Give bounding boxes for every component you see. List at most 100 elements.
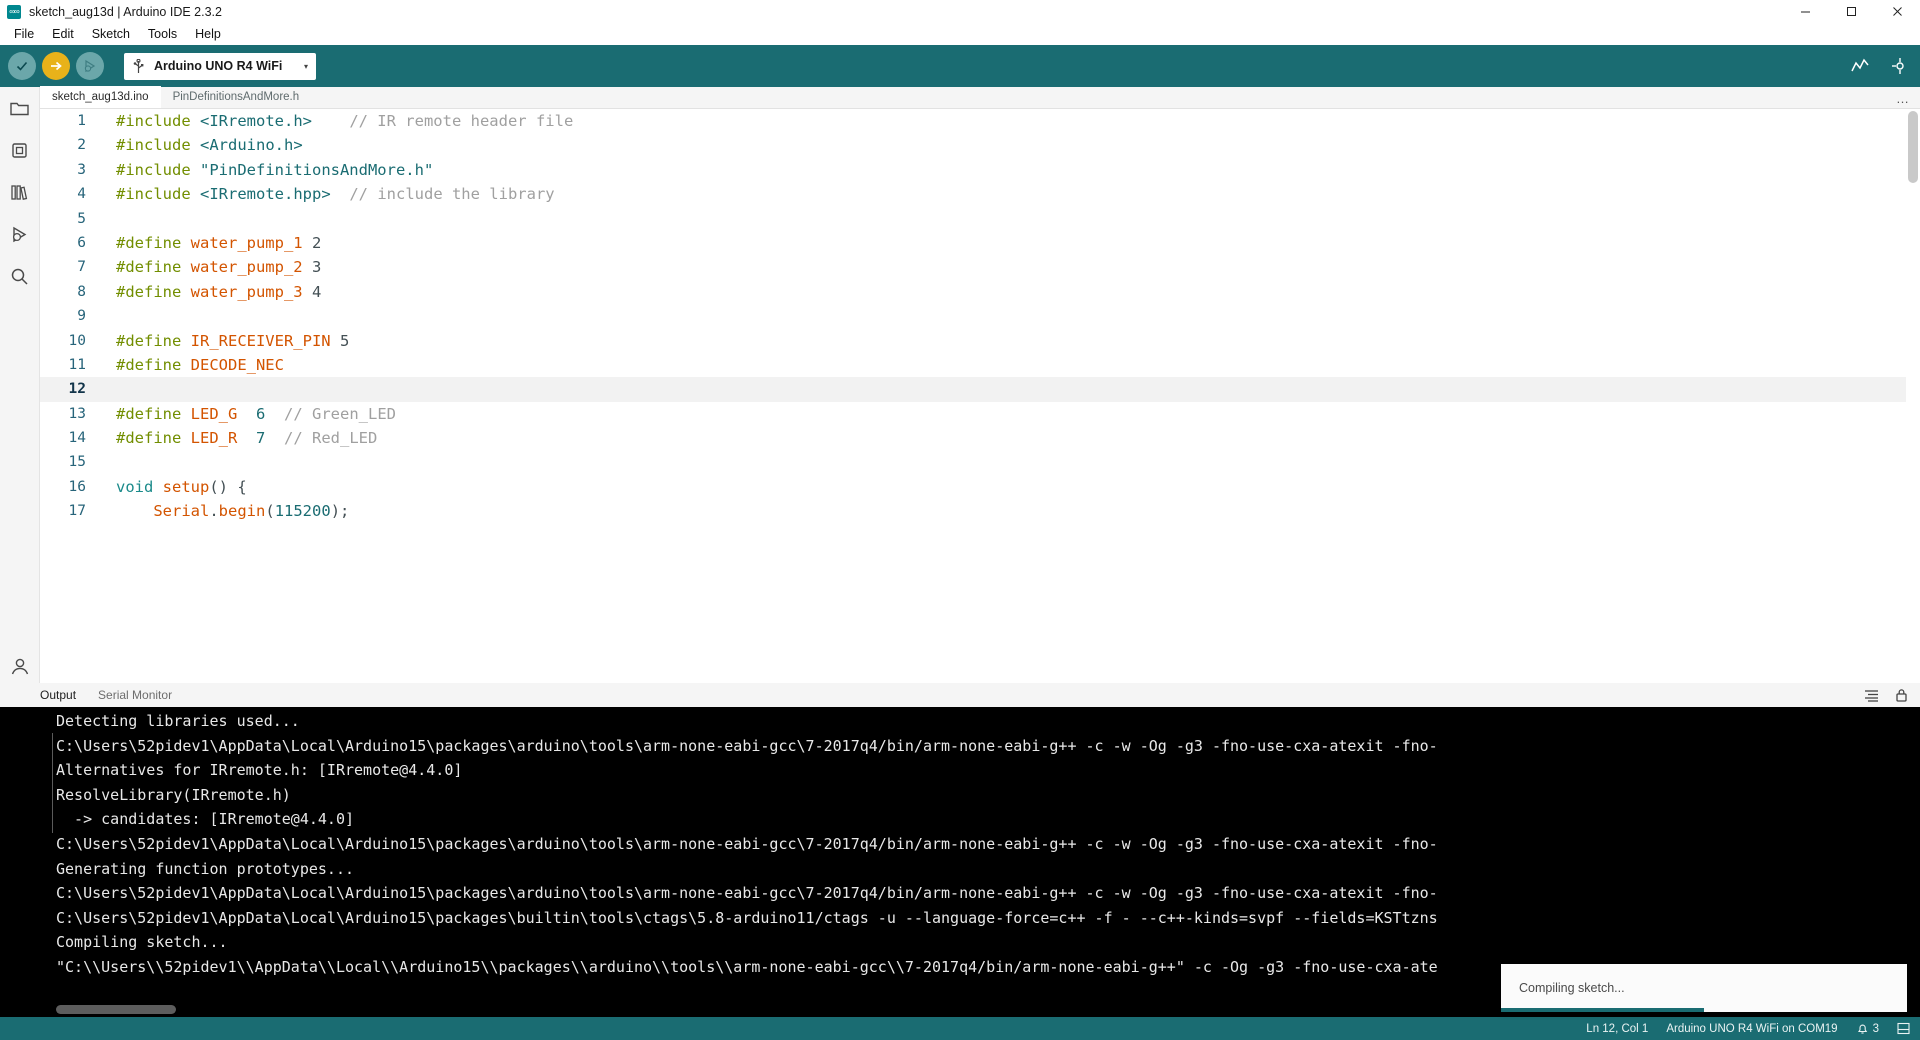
- verify-button[interactable]: [8, 52, 36, 80]
- code-line[interactable]: 3 #include "PinDefinitionsAndMore.h": [40, 158, 1920, 182]
- code-token: 3: [302, 258, 322, 277]
- code-token: #include: [116, 185, 200, 204]
- code-line[interactable]: 7 #define water_pump_2 3: [40, 255, 1920, 279]
- lock-scroll-icon[interactable]: [1895, 688, 1908, 703]
- code-token: // IR remote header file: [349, 112, 574, 130]
- code-token: 6: [256, 404, 266, 423]
- code-token: #define: [116, 355, 191, 374]
- code-line[interactable]: 9: [40, 304, 1920, 328]
- code-line[interactable]: 2 #include <Arduino.h>: [40, 133, 1920, 157]
- cursor-position[interactable]: Ln 12, Col 1: [1586, 1023, 1648, 1035]
- code-line[interactable]: 14 #define LED_R 7 // Red_LED: [40, 426, 1920, 450]
- editor-tab-pindefinitions[interactable]: PinDefinitionsAndMore.h: [161, 86, 312, 108]
- library-manager-icon[interactable]: [0, 171, 40, 213]
- line-number: 7: [77, 259, 86, 276]
- panel-tab-bar: Output Serial Monitor: [0, 683, 1920, 707]
- search-icon[interactable]: [0, 255, 40, 297]
- code-line-text: #include <IRremote.hpp> // include the l…: [96, 182, 555, 206]
- code-line[interactable]: 13 #define LED_G 6 // Green_LED: [40, 402, 1920, 426]
- code-line[interactable]: 17 Serial.begin(115200);: [40, 499, 1920, 523]
- console-lines: Detecting libraries used... C:\Users\52pi…: [0, 709, 1920, 980]
- code-line[interactable]: 11 #define DECODE_NEC: [40, 353, 1920, 377]
- code-token: #define: [116, 282, 191, 301]
- code-token: 2: [302, 233, 322, 252]
- console-line: C:\Users\52pidev1\AppData\Local\Arduino1…: [56, 736, 1438, 755]
- chevron-down-icon[interactable]: ▾: [304, 62, 308, 71]
- toast-progress-bar: [1501, 1008, 1704, 1012]
- menu-edit[interactable]: Edit: [43, 25, 83, 43]
- menu-sketch[interactable]: Sketch: [83, 25, 139, 43]
- code-line[interactable]: 10 #define IR_RECEIVER_PIN 5: [40, 329, 1920, 353]
- debug-button[interactable]: [76, 52, 104, 80]
- console-line: -> candidates: [IRremote@4.4.0]: [56, 810, 355, 829]
- bell-icon: [1856, 1022, 1869, 1035]
- code-token: setup: [162, 477, 210, 496]
- code-token: Serial: [153, 502, 210, 521]
- serial-monitor-icon[interactable]: [1890, 56, 1910, 76]
- menu-bar: File Edit Sketch Tools Help: [0, 23, 1920, 45]
- code-token: #define: [116, 404, 191, 423]
- code-line[interactable]: 5: [40, 207, 1920, 231]
- code-line-text: #define LED_R 7 // Red_LED: [96, 426, 377, 450]
- code-token: #define: [116, 331, 191, 350]
- code-line[interactable]: 12: [40, 377, 1920, 402]
- main-area: sketch_aug13d.ino PinDefinitionsAndMore.…: [0, 86, 1920, 683]
- code-line[interactable]: 15: [40, 450, 1920, 474]
- console-line: C:\Users\52pidev1\AppData\Local\Arduino1…: [56, 884, 1438, 903]
- menu-tools[interactable]: Tools: [139, 25, 186, 43]
- code-token: 5: [330, 331, 350, 350]
- menu-help[interactable]: Help: [186, 25, 230, 43]
- upload-button[interactable]: [42, 52, 70, 80]
- console-line: Generating function prototypes...: [56, 859, 355, 878]
- code-token: LED_R: [190, 429, 238, 448]
- console-horizontal-scrollbar[interactable]: [56, 1005, 176, 1014]
- close-button[interactable]: [1874, 0, 1920, 23]
- code-line[interactable]: 16 void setup() {: [40, 475, 1920, 499]
- code-token: DECODE_NEC: [190, 355, 284, 374]
- code-token: #include: [116, 160, 200, 179]
- board-port-status[interactable]: Arduino UNO R4 WiFi on COM19: [1666, 1023, 1837, 1035]
- panel-tab-serial-monitor[interactable]: Serial Monitor: [98, 688, 172, 702]
- editor-tab-sketch[interactable]: sketch_aug13d.ino: [40, 86, 161, 108]
- panel-tab-output[interactable]: Output: [40, 688, 76, 702]
- clear-output-icon[interactable]: [1864, 689, 1879, 702]
- editor-scrollbar-thumb[interactable]: [1908, 111, 1918, 183]
- code-line-text: #define water_pump_3 4: [96, 280, 321, 304]
- code-line[interactable]: 4 #include <IRremote.hpp> // include the …: [40, 182, 1920, 206]
- serial-plotter-icon[interactable]: [1850, 56, 1870, 76]
- console-line: C:\Users\52pidev1\AppData\Local\Arduino1…: [56, 908, 1438, 927]
- code-editor[interactable]: 1 #include <IRremote.h> // IR remote head…: [40, 109, 1920, 683]
- line-number: 5: [77, 210, 86, 227]
- minimize-button[interactable]: [1782, 0, 1828, 23]
- editor-tab-more-button[interactable]: …: [1896, 91, 1910, 106]
- line-number: 12: [68, 381, 86, 398]
- line-number: 3: [77, 161, 86, 178]
- code-token: begin: [218, 502, 266, 521]
- notifications-status[interactable]: 3: [1856, 1022, 1879, 1035]
- maximize-button[interactable]: [1828, 0, 1874, 23]
- boards-manager-icon[interactable]: [0, 129, 40, 171]
- panel-toggle-button[interactable]: [1897, 1022, 1910, 1035]
- code-line[interactable]: 6 #define water_pump_1 2: [40, 231, 1920, 255]
- board-selector-value: Arduino UNO R4 WiFi: [154, 59, 283, 73]
- menu-file[interactable]: File: [5, 25, 43, 43]
- account-icon[interactable]: [0, 655, 40, 677]
- sketchbook-icon[interactable]: [0, 87, 40, 129]
- code-line-text: #define LED_G 6 // Green_LED: [96, 402, 396, 426]
- editor-tab-bar: sketch_aug13d.ino PinDefinitionsAndMore.…: [40, 86, 1920, 109]
- usb-icon: [132, 58, 145, 74]
- editor-column: sketch_aug13d.ino PinDefinitionsAndMore.…: [40, 86, 1920, 683]
- board-selector[interactable]: Arduino UNO R4 WiFi ▾: [124, 52, 316, 80]
- code-line[interactable]: 1 #include <IRremote.h> // IR remote head…: [40, 109, 1920, 133]
- debug-icon[interactable]: [0, 213, 40, 255]
- console-line: Compiling sketch...: [56, 933, 228, 952]
- editor-vertical-scrollbar[interactable]: [1906, 109, 1920, 683]
- code-line[interactable]: 8 #define water_pump_3 4: [40, 280, 1920, 304]
- line-number: 6: [77, 234, 86, 251]
- bottom-panel: Output Serial Monitor Detecting librarie…: [0, 683, 1920, 1017]
- code-token: #include: [116, 112, 200, 130]
- window-controls: [1782, 0, 1920, 23]
